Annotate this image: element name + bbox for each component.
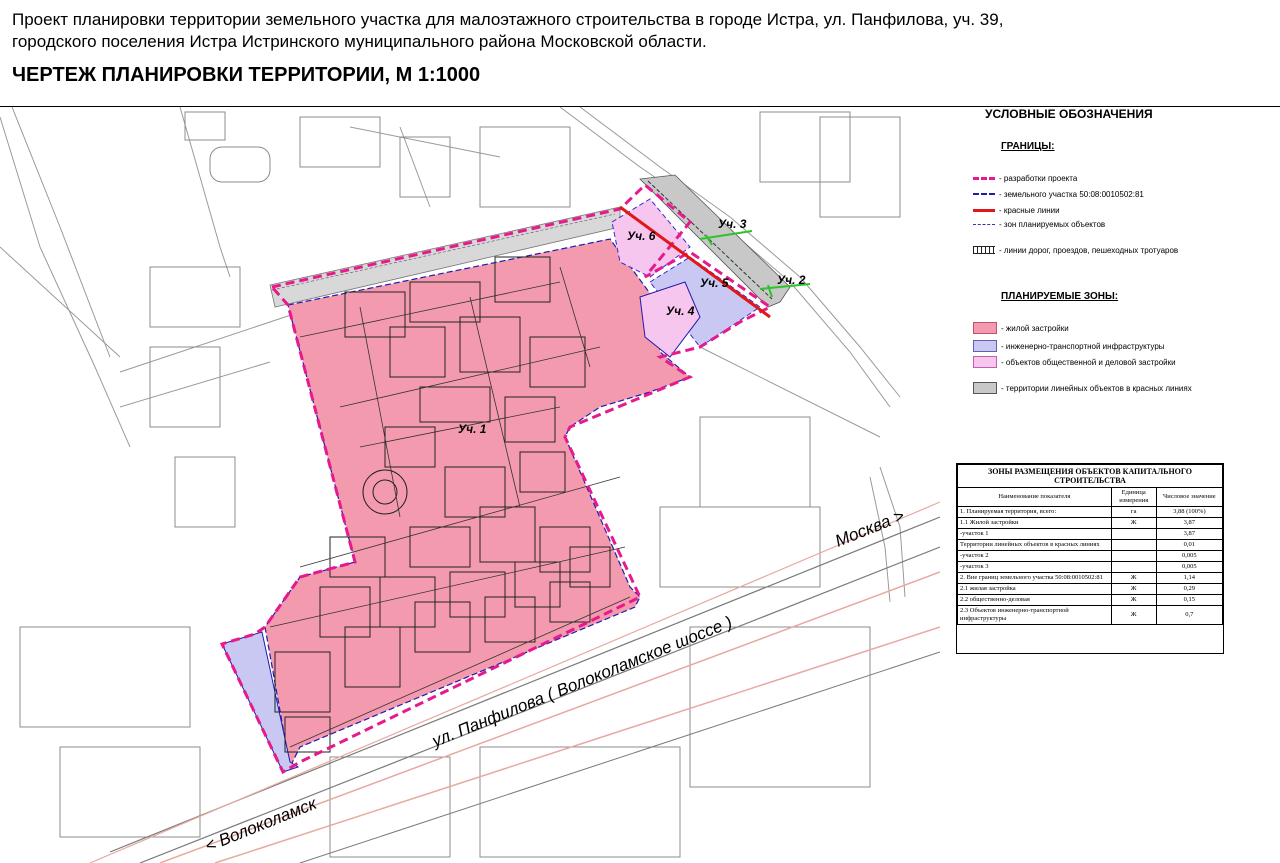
- table-header: Единица измерения: [1110, 487, 1157, 507]
- label-plot-5: Уч. 5: [700, 276, 729, 290]
- map-canvas: Уч. 1 Уч. 2 Уч. 3 Уч. 4 Уч. 5 Уч. 6 ул. …: [0, 107, 940, 863]
- legend-swatch-public-business: [973, 356, 997, 368]
- table-cell: Территории линейных объектов в красных л…: [957, 539, 1112, 551]
- zones-table-grid: ЗОНЫ РАЗМЕЩЕНИЯ ОБЪЕКТОВ КАПИТАЛЬНОГО СТ…: [957, 464, 1224, 625]
- table-cell: Ж: [1110, 572, 1157, 584]
- legend-row-land-plot: - земельного участка 50:08:0010502:81: [973, 187, 1144, 201]
- legend-row-engineering: - инженерно-транспортной инфраструктуры: [973, 339, 1165, 353]
- table-cell: 0,15: [1155, 594, 1224, 606]
- legend-label-project-boundary: - разработки проекта: [999, 173, 1078, 183]
- project-title-line2: городского поселения Истра Истринского м…: [12, 32, 707, 51]
- legend-label-residential: - жилой застройки: [1001, 323, 1069, 333]
- table-caption: ЗОНЫ РАЗМЕЩЕНИЯ ОБЪЕКТОВ КАПИТАЛЬНОГО СТ…: [957, 464, 1223, 488]
- table-row: 1. Планируемая территория, всего: га 3,88 …: [957, 506, 1224, 518]
- table-cell: [1110, 550, 1157, 562]
- project-title: Проект планировки территории земельного …: [12, 9, 1092, 53]
- zones-table: ЗОНЫ РАЗМЕЩЕНИЯ ОБЪЕКТОВ КАПИТАЛЬНОГО СТ…: [956, 463, 1224, 654]
- label-plot-3: Уч. 3: [718, 217, 747, 231]
- table-cell: [1110, 528, 1157, 540]
- table-cell: [1110, 561, 1157, 573]
- table-row: -участок 2 0,005: [957, 550, 1224, 562]
- label-plot-4: Уч. 4: [666, 304, 695, 318]
- legend-swatch-land-plot: [973, 193, 995, 195]
- table-header: Наименование показателя: [957, 487, 1112, 507]
- table-row: 2.2 общественно-деловая Ж 0,15: [957, 594, 1224, 606]
- label-plot-1: Уч. 1: [458, 422, 487, 436]
- legend-row-project-boundary: - разработки проекта: [973, 171, 1077, 185]
- legend-label-red-lines: - красные линии: [999, 205, 1060, 215]
- table-row: 2.3 Объектов инженерно-транспортной инфр…: [957, 605, 1224, 625]
- legend: УСЛОВНЫЕ ОБОЗНАЧЕНИЯ ГРАНИЦЫ: - разработ…: [945, 107, 1280, 457]
- table-row: -участок 3 0,005: [957, 561, 1224, 573]
- label-plot-2: Уч. 2: [777, 273, 806, 287]
- table-cell: 0,29: [1155, 583, 1224, 595]
- table-cell: -участок 2: [957, 550, 1112, 562]
- table-cell: 0,7: [1155, 605, 1224, 625]
- table-cell: 0,01: [1155, 539, 1224, 551]
- legend-label-land-plot: - земельного участка 50:08:0010502:81: [999, 189, 1144, 199]
- table-cell: 3,87: [1155, 528, 1224, 540]
- table-row: 2.1 жилая застройка Ж 0,29: [957, 583, 1224, 595]
- legend-row-public-business: - объектов общественной и деловой застро…: [973, 355, 1176, 369]
- legend-zones-title: ПЛАНИРУЕМЫЕ ЗОНЫ:: [1001, 291, 1119, 302]
- legend-row-red-lines: - красные линии: [973, 203, 1060, 217]
- label-to-moscow: Москва >: [832, 506, 907, 551]
- table-cell: Ж: [1110, 517, 1157, 529]
- table-header: Числовое значение: [1155, 487, 1224, 507]
- table-cell: 1. Планируемая территория, всего:: [957, 506, 1112, 518]
- label-to-volokolamsk: < Волоколамск: [202, 793, 320, 855]
- legend-label-engineering: - инженерно-транспортной инфраструктуры: [1001, 341, 1165, 351]
- table-cell: -участок 1: [957, 528, 1112, 540]
- legend-swatch-linear-objects: [973, 382, 997, 394]
- zone-residential[interactable]: [264, 238, 692, 769]
- planning-map[interactable]: Уч. 1 Уч. 2 Уч. 3 Уч. 4 Уч. 5 Уч. 6 ул. …: [0, 107, 940, 863]
- table-cell: га: [1110, 506, 1157, 518]
- legend-row-roads: - линии дорог, проездов, пешеходных трот…: [973, 243, 1178, 257]
- table-cell: 1.1 Жилой застройки: [957, 517, 1112, 529]
- legend-label-linear-objects: - территории линейных объектов в красных…: [1001, 383, 1192, 393]
- legend-row-residential: - жилой застройки: [973, 321, 1069, 335]
- table-cell: 2. Вне границ земельного участка 50:08:0…: [957, 572, 1112, 584]
- legend-label-zones-boundary: - зон планируемых объектов: [999, 219, 1106, 229]
- table-cell: Ж: [1110, 605, 1157, 625]
- table-cell: 1,14: [1155, 572, 1224, 584]
- table-cell: Ж: [1110, 583, 1157, 595]
- legend-swatch-engineering: [973, 340, 997, 352]
- table-row: 2. Вне границ земельного участка 50:08:0…: [957, 572, 1224, 584]
- table-cell: Ж: [1110, 594, 1157, 606]
- table-cell: 2.3 Объектов инженерно-транспортной инфр…: [957, 605, 1112, 625]
- table-row: Территории линейных объектов в красных л…: [957, 539, 1224, 551]
- table-cell: 0,005: [1155, 550, 1224, 562]
- table-cell: [1110, 539, 1157, 551]
- drawing-title: ЧЕРТЕЖ ПЛАНИРОВКИ ТЕРРИТОРИИ, М 1:1000: [12, 64, 481, 86]
- table-row: -участок 1 3,87: [957, 528, 1224, 540]
- table-cell: 2.1 жилая застройка: [957, 583, 1112, 595]
- legend-swatch-project-boundary: [973, 176, 995, 180]
- table-cell: 3,87: [1155, 517, 1224, 529]
- legend-row-linear-objects: - территории линейных объектов в красных…: [973, 381, 1192, 395]
- table-row: 1.1 Жилой застройки Ж 3,87: [957, 517, 1224, 529]
- legend-swatch-roads: [973, 246, 995, 254]
- label-plot-6: Уч. 6: [627, 229, 656, 243]
- legend-swatch-zones-boundary: [973, 223, 995, 225]
- legend-row-zones-boundary: - зон планируемых объектов: [973, 217, 1105, 231]
- legend-label-public-business: - объектов общественной и деловой застро…: [1001, 357, 1176, 367]
- table-cell: 2.2 общественно-деловая: [957, 594, 1112, 606]
- project-title-line1: Проект планировки территории земельного …: [12, 10, 1004, 29]
- table-cell: 0,005: [1155, 561, 1224, 573]
- legend-swatch-red-lines: [973, 208, 995, 212]
- header: Проект планировки территории земельного …: [0, 0, 1280, 107]
- legend-swatch-residential: [973, 322, 997, 334]
- legend-label-roads: - линии дорог, проездов, пешеходных трот…: [999, 245, 1179, 255]
- table-cell: 3,88 (100%): [1155, 506, 1224, 518]
- legend-title: УСЛОВНЫЕ ОБОЗНАЧЕНИЯ: [985, 107, 1153, 121]
- legend-boundaries-title: ГРАНИЦЫ:: [1001, 141, 1055, 152]
- table-cell: -участок 3: [957, 561, 1112, 573]
